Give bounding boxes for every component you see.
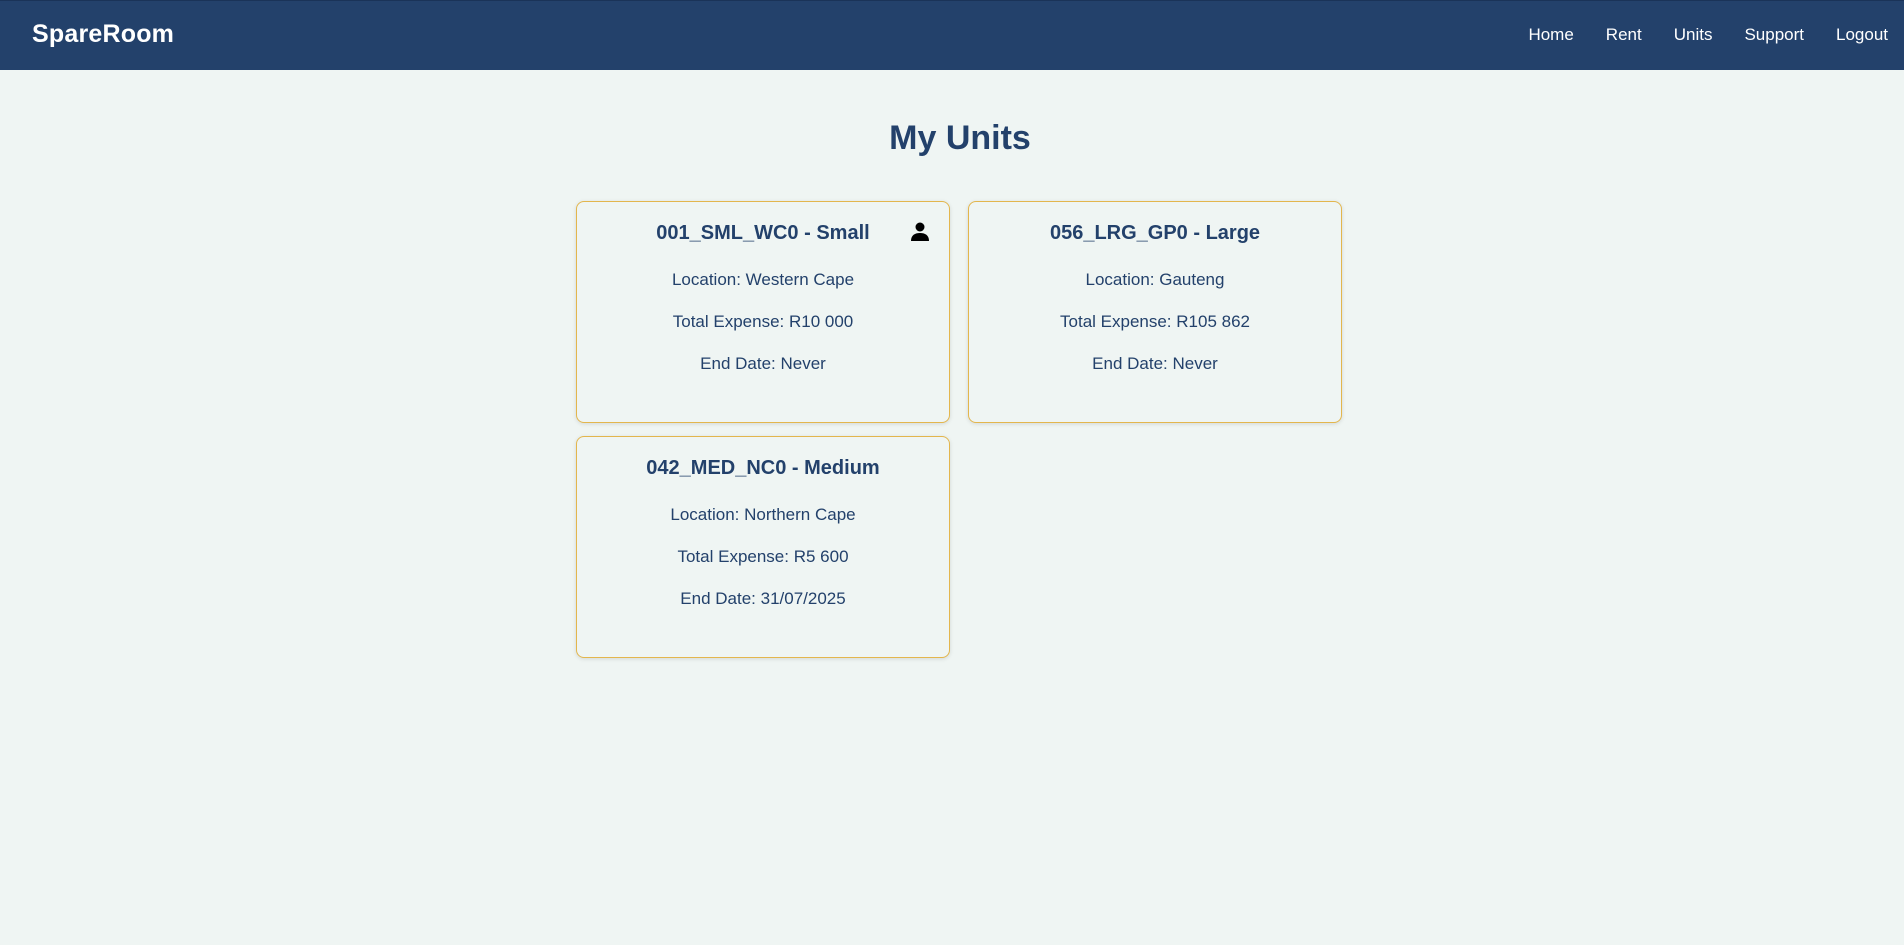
unit-location: Location: Gauteng	[1085, 270, 1225, 289]
unit-card-title: 042_MED_NC0 - Medium	[646, 457, 880, 479]
unit-total-expense: Total Expense: R105 862	[1060, 312, 1250, 331]
unit-end-date: End Date: Never	[700, 354, 826, 373]
unit-end-date: End Date: Never	[1092, 354, 1218, 373]
brand-logo[interactable]: SpareRoom	[32, 20, 174, 49]
unit-location: Location: Northern Cape	[670, 505, 856, 524]
unit-card-title: 056_LRG_GP0 - Large	[1049, 222, 1261, 244]
unit-total-expense: Total Expense: R5 600	[677, 547, 849, 566]
unit-end-date: End Date: 31/07/2025	[680, 589, 846, 608]
unit-card[interactable]: 042_MED_NC0 - Medium Location: Northern …	[576, 436, 950, 658]
page-title: My Units	[889, 119, 1031, 157]
unit-card[interactable]: 001_SML_WC0 - Small Location: Western Ca…	[576, 201, 950, 423]
unit-card-title: 001_SML_WC0 - Small	[656, 222, 870, 244]
unit-location: Location: Western Cape	[671, 270, 855, 289]
nav-support-link[interactable]: Support	[1744, 25, 1804, 45]
person-icon[interactable]	[911, 222, 929, 242]
top-navbar: SpareRoom Home Rent Units Support Logout	[0, 0, 1904, 70]
nav-logout-link[interactable]: Logout	[1836, 25, 1888, 45]
nav-units-link[interactable]: Units	[1674, 25, 1713, 45]
main-nav: Home Rent Units Support Logout	[1496, 25, 1888, 45]
unit-card[interactable]: 056_LRG_GP0 - Large Location: Gauteng To…	[968, 201, 1342, 423]
nav-rent-link[interactable]: Rent	[1606, 25, 1642, 45]
unit-total-expense: Total Expense: R10 000	[672, 312, 854, 331]
nav-home-link[interactable]: Home	[1528, 25, 1573, 45]
